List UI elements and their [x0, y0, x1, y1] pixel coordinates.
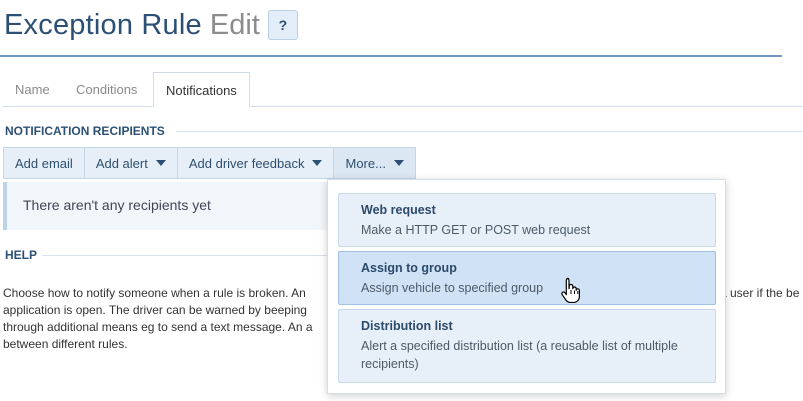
- add-driver-feedback-label: Add driver feedback: [188, 155, 305, 171]
- tab-notifications[interactable]: Notifications: [153, 72, 250, 107]
- hand-cursor-icon: [561, 277, 580, 303]
- recipients-heading-line: [176, 131, 803, 132]
- menu-item-assign-to-group[interactable]: Assign to group Assign vehicle to specif…: [338, 251, 716, 305]
- chevron-down-icon: [312, 160, 323, 166]
- title-divider: [0, 55, 782, 57]
- menu-item-description: Alert a specified distribution list (a r…: [361, 339, 678, 371]
- chevron-down-icon: [155, 160, 166, 166]
- more-dropdown-menu: Web request Make a HTTP GET or POST web …: [327, 179, 726, 394]
- tabs-divider: [3, 106, 803, 107]
- add-driver-feedback-button[interactable]: Add driver feedback: [177, 147, 335, 179]
- recipients-heading: NOTIFICATION RECIPIENTS: [5, 124, 165, 138]
- recipients-toolbar: Add email Add alert Add driver feedback …: [3, 147, 416, 179]
- help-heading: HELP: [5, 248, 38, 262]
- empty-recipients-message: There aren't any recipients yet: [3, 182, 333, 230]
- menu-item-web-request[interactable]: Web request Make a HTTP GET or POST web …: [338, 193, 716, 247]
- tab-bar: Name Conditions Notifications: [3, 72, 803, 107]
- tab-name[interactable]: Name: [3, 72, 62, 106]
- page-header: Exception Rule Edit ?: [4, 4, 298, 46]
- chevron-down-icon: [393, 160, 404, 166]
- menu-item-description: Assign vehicle to specified group: [361, 281, 544, 295]
- help-text: Choose how to notify someone when a rule…: [3, 286, 313, 351]
- menu-item-distribution-list[interactable]: Distribution list Alert a specified dist…: [338, 309, 716, 383]
- add-alert-button[interactable]: Add alert: [84, 147, 178, 179]
- page-subtitle: Edit: [209, 8, 260, 41]
- add-alert-label: Add alert: [95, 155, 148, 171]
- help-heading-line: [42, 255, 327, 256]
- menu-item-title: Assign to group: [361, 261, 457, 275]
- more-button[interactable]: More...: [334, 147, 416, 179]
- help-text-overflow: a user if the be notified recipients: [720, 286, 803, 300]
- menu-item-title: Web request: [361, 203, 436, 217]
- add-email-label: Add email: [15, 155, 73, 171]
- tab-conditions[interactable]: Conditions: [64, 72, 149, 106]
- more-label: More...: [345, 155, 386, 171]
- add-email-button[interactable]: Add email: [3, 147, 85, 179]
- menu-item-description: Make a HTTP GET or POST web request: [361, 223, 591, 237]
- empty-recipients-text: There aren't any recipients yet: [23, 197, 211, 213]
- menu-item-title: Distribution list: [361, 319, 453, 333]
- help-button[interactable]: ?: [267, 10, 298, 40]
- page-title: Exception Rule: [4, 8, 202, 41]
